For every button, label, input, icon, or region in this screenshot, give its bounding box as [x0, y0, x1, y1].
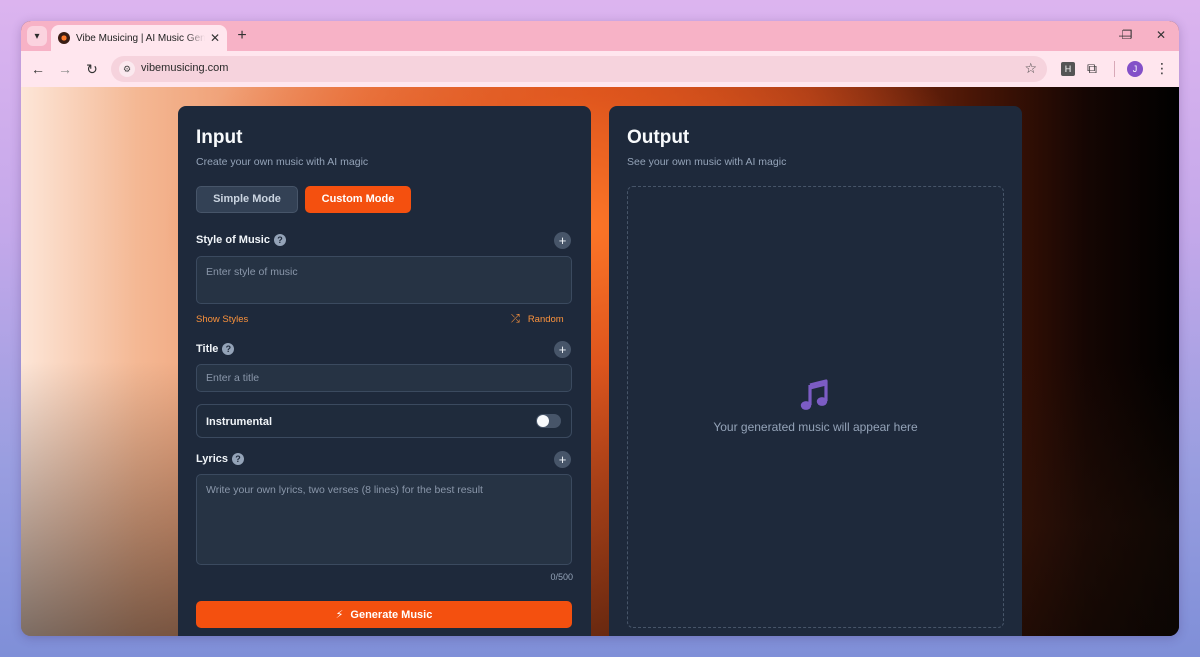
- style-add-button[interactable]: +: [554, 232, 571, 249]
- instrumental-row: Instrumental: [196, 404, 572, 438]
- new-tab-plus-icon[interactable]: +: [234, 26, 250, 46]
- simple-mode-button[interactable]: Simple Mode: [196, 186, 298, 213]
- lyrics-label: Lyrics ?: [196, 453, 245, 465]
- plus-icon: +: [558, 233, 567, 248]
- plus-icon: +: [558, 342, 567, 357]
- input-panel-subtitle: Create your own music with AI magic: [196, 156, 369, 168]
- page-content: Input Create your own music with AI magi…: [21, 87, 1179, 636]
- input-panel-title: Input: [196, 127, 243, 148]
- lyrics-input[interactable]: [196, 474, 572, 565]
- instrumental-label: Instrumental: [206, 416, 273, 428]
- extensions-puzzle-icon[interactable]: ⧉: [1087, 60, 1097, 77]
- instrumental-toggle[interactable]: [536, 414, 561, 428]
- title-input[interactable]: [196, 364, 572, 392]
- browser-toolbar: ← → ↻ ⚙ vibemusicing.com ☆ H ⧉ J ⋮: [21, 51, 1179, 87]
- show-styles-link[interactable]: Show Styles: [196, 314, 248, 325]
- plus-icon: +: [558, 452, 567, 467]
- custom-mode-button[interactable]: Custom Mode: [305, 186, 411, 213]
- restore-window-icon[interactable]: ❐: [1119, 27, 1135, 43]
- help-icon[interactable]: ?: [273, 234, 286, 246]
- lyrics-add-button[interactable]: +: [554, 451, 571, 468]
- output-panel: Output See your own music with AI magic …: [609, 106, 1022, 636]
- lyrics-character-counter: 0/500: [550, 572, 573, 582]
- tab-title: Vibe Musicing | AI Music Generator: [76, 32, 205, 44]
- site-favicon-icon: [58, 32, 70, 44]
- reload-icon[interactable]: ↻: [83, 60, 101, 78]
- title-add-button[interactable]: +: [554, 341, 571, 358]
- style-of-music-label-text: Style of Music: [196, 234, 270, 246]
- help-icon[interactable]: ?: [222, 343, 235, 355]
- toggle-knob: [537, 415, 549, 427]
- close-window-icon[interactable]: ✕: [1153, 27, 1169, 43]
- output-area: Your generated music will appear here: [627, 186, 1004, 628]
- active-tab[interactable]: Vibe Musicing | AI Music Generator ✕: [51, 25, 227, 51]
- tab-strip: ▾ Vibe Musicing | AI Music Generator ✕ +…: [21, 21, 1179, 51]
- title-label-text: Title: [196, 343, 219, 355]
- address-bar[interactable]: ⚙ vibemusicing.com ☆: [111, 56, 1047, 82]
- toolbar-divider: [1114, 61, 1115, 77]
- profile-avatar[interactable]: J: [1127, 61, 1143, 77]
- tab-search-button[interactable]: ▾: [27, 26, 47, 46]
- back-arrow-icon[interactable]: ←: [29, 60, 47, 78]
- style-of-music-input[interactable]: [196, 256, 572, 304]
- forward-arrow-icon[interactable]: →: [56, 60, 74, 78]
- shuffle-icon: ⤮: [511, 313, 520, 325]
- help-icon[interactable]: ?: [232, 453, 245, 465]
- output-panel-title: Output: [627, 127, 690, 148]
- url-text[interactable]: vibemusicing.com: [141, 62, 228, 74]
- random-label: Random: [527, 314, 564, 325]
- music-note-icon: [800, 379, 828, 410]
- input-panel: Input Create your own music with AI magi…: [178, 106, 591, 636]
- browser-menu-icon[interactable]: ⋮: [1155, 60, 1169, 77]
- browser-window: ▾ Vibe Musicing | AI Music Generator ✕ +…: [21, 21, 1179, 636]
- lyrics-label-text: Lyrics: [196, 453, 229, 465]
- generate-music-label: Generate Music: [350, 608, 433, 621]
- output-placeholder-text: Your generated music will appear here: [713, 420, 918, 434]
- lightning-bolt-icon: ⚡: [335, 609, 344, 621]
- generate-music-button[interactable]: ⚡ Generate Music: [196, 601, 572, 628]
- bookmark-star-icon[interactable]: ☆: [1024, 60, 1037, 77]
- chevron-down-icon: ▾: [34, 30, 40, 42]
- style-of-music-label: Style of Music ?: [196, 234, 286, 246]
- title-label: Title ?: [196, 343, 235, 355]
- output-panel-subtitle: See your own music with AI magic: [627, 156, 787, 168]
- site-info-icon[interactable]: ⚙: [119, 61, 135, 77]
- random-button[interactable]: ⤮ Random: [511, 313, 564, 326]
- extension-h-icon[interactable]: H: [1061, 62, 1075, 76]
- close-tab-icon[interactable]: ✕: [209, 31, 221, 45]
